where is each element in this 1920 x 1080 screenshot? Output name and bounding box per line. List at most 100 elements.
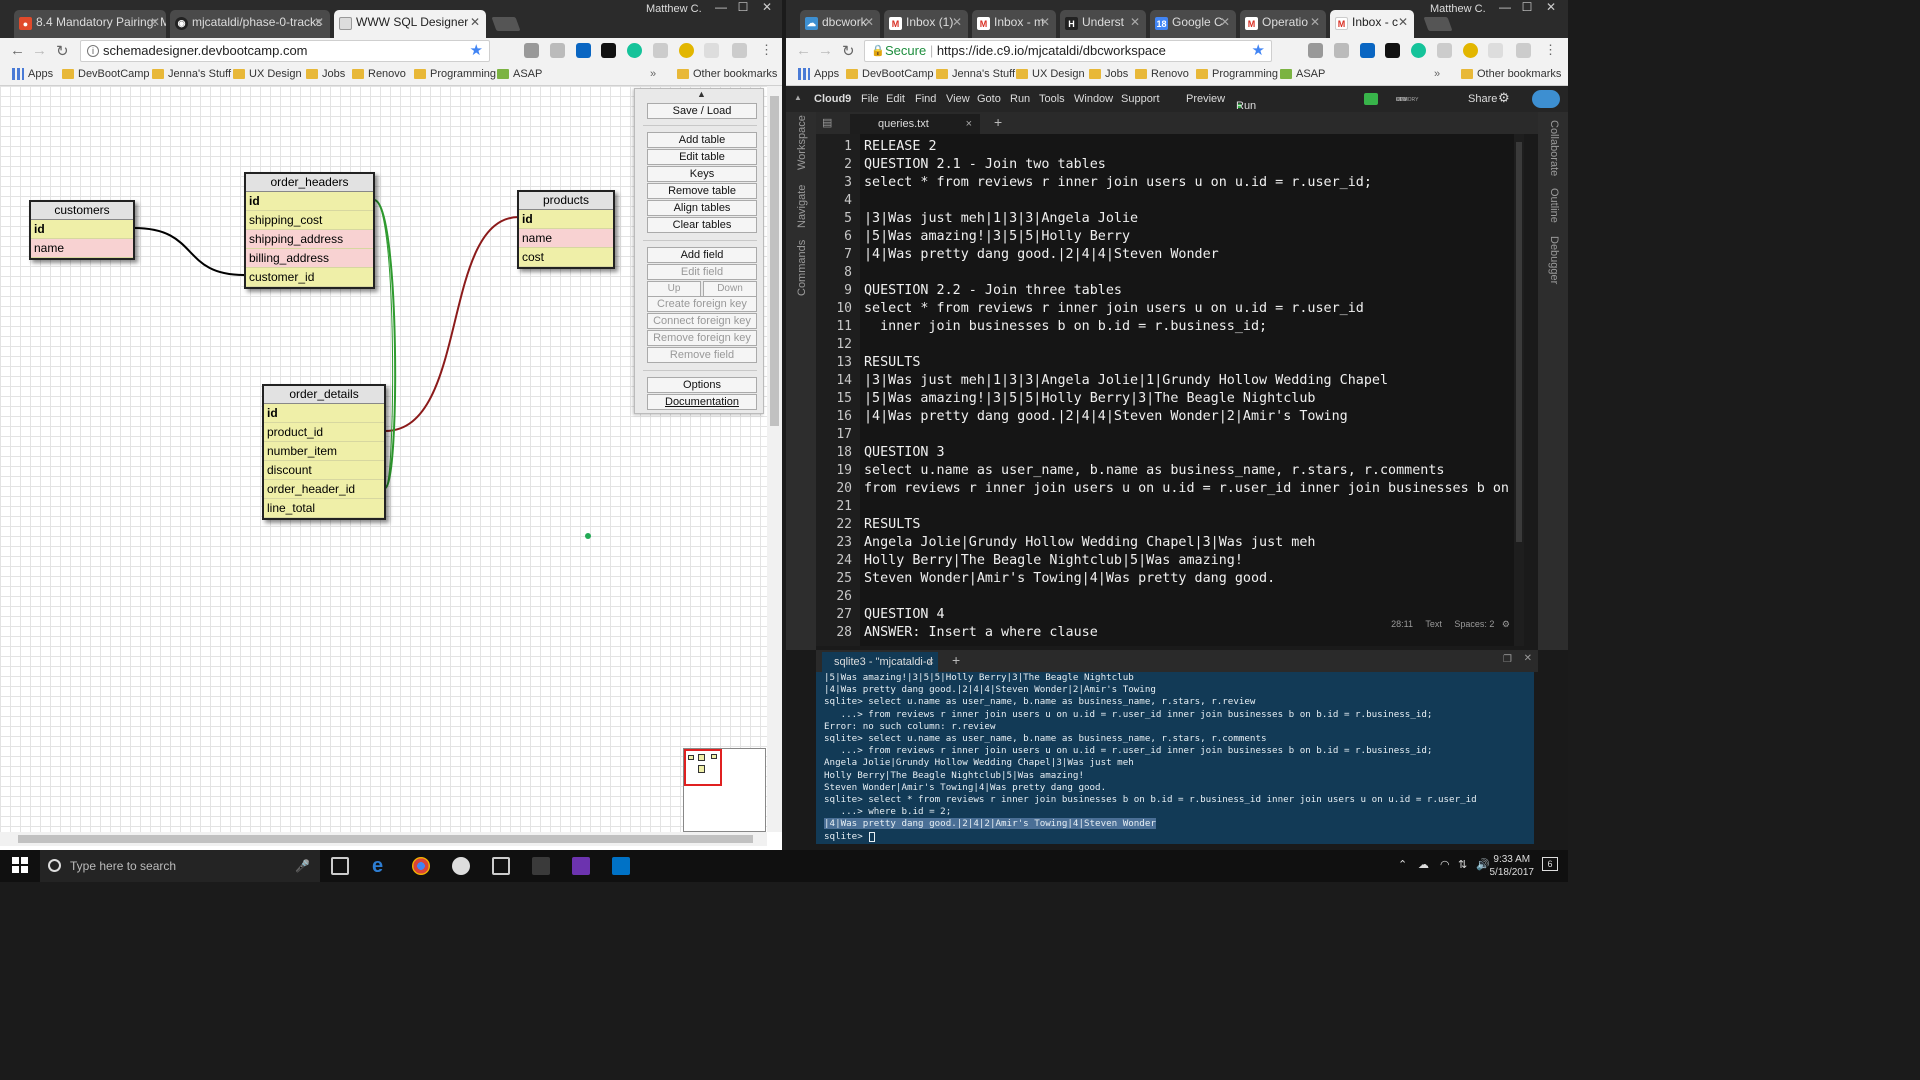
tab-github-repo[interactable]: ◉ mjcataldi/phase-0-tracks ✕ <box>170 10 330 38</box>
menu-view[interactable]: View <box>946 93 970 105</box>
address-bar[interactable]: 🔒 Secure | https://ide.c9.io/mjcataldi/d… <box>864 40 1272 62</box>
field-row[interactable]: cost <box>519 248 613 267</box>
other-bookmarks[interactable]: Other bookmarks <box>677 68 777 80</box>
cloud9-logo-icon[interactable] <box>1532 90 1560 108</box>
field-row[interactable]: discount <box>264 461 384 480</box>
code-line[interactable]: RESULTS <box>864 517 920 532</box>
menu-run[interactable]: Run <box>1010 93 1030 105</box>
tools-icon[interactable] <box>532 857 550 875</box>
field-row[interactable]: name <box>519 229 613 248</box>
code-line[interactable]: |3|Was just meh|1|3|3|Angela Jolie|1|Gru… <box>864 373 1388 388</box>
table-order-details[interactable]: order_details id product_id number_item … <box>262 384 386 520</box>
reload-icon[interactable]: ↻ <box>56 42 69 60</box>
add-field-button[interactable]: Add field <box>647 247 757 263</box>
table-title[interactable]: customers <box>31 202 133 220</box>
microphone-icon[interactable]: 🎤 <box>295 850 310 882</box>
bookmark-apps[interactable]: Apps <box>798 68 839 80</box>
visual-studio-icon[interactable] <box>572 857 590 875</box>
extension-icon[interactable] <box>732 43 747 58</box>
extension-icon[interactable] <box>679 43 694 58</box>
taskbar-search[interactable]: Type here to search 🎤 <box>40 850 320 882</box>
remove-foreign-key-button[interactable]: Remove foreign key <box>647 330 757 346</box>
documentation-button[interactable]: Documentation <box>647 394 757 410</box>
field-row[interactable]: id <box>264 404 384 423</box>
keys-button[interactable]: Keys <box>647 166 757 182</box>
code-line[interactable]: from reviews r inner join users u on u.i… <box>864 481 1524 496</box>
field-row[interactable]: name <box>31 239 133 258</box>
close-icon[interactable]: ✕ <box>470 15 480 29</box>
collaborate-panel-tab[interactable]: Collaborate <box>1548 120 1560 176</box>
edit-table-button[interactable]: Edit table <box>647 149 757 165</box>
commands-panel-tab[interactable]: Commands <box>796 240 808 296</box>
menu-file[interactable]: File <box>861 93 879 105</box>
volume-icon[interactable]: 🔊 <box>1476 858 1490 871</box>
table-title[interactable]: order_details <box>264 386 384 404</box>
extension-icon[interactable] <box>653 43 668 58</box>
extension-icon[interactable] <box>1308 43 1323 58</box>
scrollbar-thumb[interactable] <box>1516 142 1522 542</box>
close-icon[interactable]: ✕ <box>1040 15 1050 29</box>
preview-button[interactable]: Preview <box>1186 93 1225 105</box>
bookmark-folder[interactable]: Renovo <box>1135 68 1189 80</box>
code-line[interactable]: |4|Was pretty dang good.|2|4|4|Steven Wo… <box>864 409 1348 424</box>
field-row[interactable]: id <box>519 210 613 229</box>
forward-icon[interactable]: → <box>818 42 833 59</box>
table-title[interactable]: order_headers <box>246 174 373 192</box>
bookmark-asap[interactable]: ASAP <box>1280 68 1325 80</box>
wifi-icon[interactable]: ◠ <box>1440 858 1450 871</box>
maximize-panel-icon[interactable]: ❐ <box>1503 654 1512 665</box>
table-customers[interactable]: customers id name <box>29 200 135 260</box>
extension-icon[interactable] <box>1334 43 1349 58</box>
back-icon[interactable]: ← <box>796 42 811 59</box>
overflow-chevron-icon[interactable]: » <box>650 68 656 80</box>
navigate-panel-tab[interactable]: Navigate <box>796 185 808 228</box>
tab-operations[interactable]: M Operatio ✕ <box>1240 10 1326 38</box>
tab-list-icon[interactable]: ▤ <box>822 116 832 129</box>
vertical-scrollbar[interactable] <box>767 86 782 832</box>
bookmark-folder[interactable]: Renovo <box>352 68 406 80</box>
chrome-icon[interactable] <box>412 857 430 875</box>
menu-icon[interactable]: ⋮ <box>1544 42 1557 58</box>
code-line[interactable]: QUESTION 2.2 - Join three tables <box>864 283 1122 298</box>
app-icon[interactable] <box>492 857 510 875</box>
bookmark-folder[interactable]: Programming <box>414 68 496 80</box>
close-icon[interactable]: ✕ <box>1220 15 1230 29</box>
menu-icon[interactable]: ⋮ <box>760 42 773 58</box>
close-icon[interactable]: ✕ <box>1398 15 1408 29</box>
maximize-icon[interactable]: ☐ <box>1514 0 1540 16</box>
lock-icon[interactable]: 🔒 <box>871 41 885 61</box>
gear-icon[interactable]: ⚙ <box>1498 90 1510 106</box>
share-button[interactable]: Share <box>1468 93 1497 105</box>
extension-icon[interactable] <box>524 43 539 58</box>
field-row[interactable]: shipping_cost <box>246 211 373 230</box>
extension-icon[interactable] <box>1437 43 1452 58</box>
close-icon[interactable]: × <box>966 114 972 134</box>
close-icon[interactable]: ✕ <box>952 15 962 29</box>
bookmark-folder[interactable]: Programming <box>1196 68 1278 80</box>
minimap[interactable] <box>683 748 766 832</box>
field-row[interactable]: order_header_id <box>264 480 384 499</box>
remove-table-button[interactable]: Remove table <box>647 183 757 199</box>
network-icon[interactable]: ⇅ <box>1458 858 1467 871</box>
profile-name[interactable]: Matthew C. <box>1430 3 1486 15</box>
horizontal-scrollbar[interactable] <box>0 832 767 846</box>
tab-understanding[interactable]: H Underst ✕ <box>1060 10 1146 38</box>
close-panel-icon[interactable]: ✕ <box>1524 653 1532 664</box>
close-icon[interactable]: ✕ <box>150 15 160 29</box>
align-tables-button[interactable]: Align tables <box>647 200 757 216</box>
add-tab-icon[interactable]: + <box>994 114 1002 130</box>
new-tab-button[interactable] <box>1423 17 1453 31</box>
scrollbar-thumb[interactable] <box>18 835 753 843</box>
amazon-icon[interactable] <box>601 43 616 58</box>
field-row[interactable]: line_total <box>264 499 384 518</box>
bookmark-star-icon[interactable]: ★ <box>470 41 483 61</box>
editor-scrollbar[interactable] <box>1514 134 1524 646</box>
close-icon[interactable]: × <box>928 652 934 672</box>
outlook-icon[interactable] <box>612 857 630 875</box>
task-view-icon[interactable] <box>331 857 349 875</box>
bookmark-folder[interactable]: UX Design <box>233 68 302 80</box>
collapse-arrow-icon[interactable]: ▲ <box>697 89 706 99</box>
code-line[interactable]: select * from reviews r inner join users… <box>864 175 1372 190</box>
code-line[interactable]: |5|Was amazing!|3|5|5|Holly Berry|3|The … <box>864 391 1315 406</box>
code-line[interactable]: inner join businesses b on b.id = r.busi… <box>864 319 1267 334</box>
